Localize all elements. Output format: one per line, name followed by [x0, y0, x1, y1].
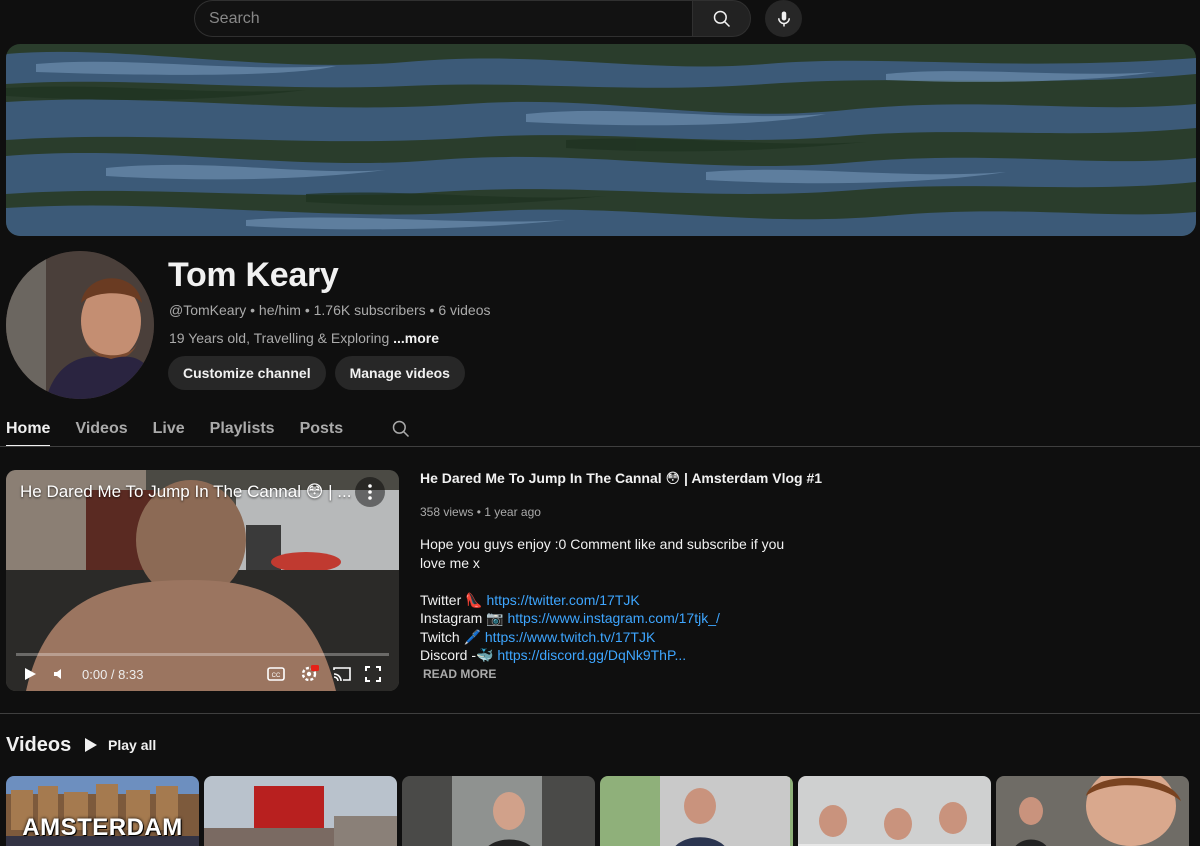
play-all-button[interactable]: Play all	[84, 734, 156, 756]
tab-playlists[interactable]: Playlists	[210, 412, 275, 446]
player-overlay-title: He Dared Me To Jump In The Cannal 😳 | ..…	[20, 482, 352, 501]
video-thumbnail[interactable]	[204, 776, 397, 846]
videos-section-title[interactable]: Videos	[6, 734, 71, 757]
thumbnail-caption: AMSTERDAM	[22, 814, 183, 841]
social-link-row: Twitter 👠 https://twitter.com/17TJK	[420, 591, 640, 608]
search-button[interactable]	[692, 0, 751, 37]
more-link[interactable]: ...more	[393, 330, 439, 346]
microphone-icon	[777, 11, 790, 26]
channel-actions: Customize channel Manage videos	[168, 356, 465, 390]
play-icon[interactable]	[22, 666, 38, 682]
channel-tabs: Home Videos Live Playlists Posts	[6, 412, 411, 447]
search-icon	[713, 10, 730, 27]
instagram-link[interactable]: https://www.instagram.com/17tjk_/	[507, 610, 719, 626]
play-all-label: Play all	[108, 737, 157, 753]
more-vert-icon	[368, 484, 372, 500]
tabs-divider	[0, 446, 1200, 447]
play-icon	[85, 738, 97, 752]
player-progress-bar[interactable]	[16, 653, 389, 656]
video-thumbnail[interactable]	[600, 776, 793, 846]
featured-video-stats: 358 views • 1 year ago	[420, 505, 541, 519]
channel-name: Tom Keary	[168, 256, 339, 294]
captions-icon[interactable]: CC	[267, 667, 285, 681]
description-text: 19 Years old, Travelling & Exploring	[169, 330, 394, 346]
tab-posts[interactable]: Posts	[300, 412, 344, 446]
settings-icon[interactable]	[299, 664, 319, 684]
search-input[interactable]	[194, 0, 692, 37]
discord-link[interactable]: https://discord.gg/DqNk9ThP...	[497, 647, 686, 663]
social-link-row: Twitch 🖊️ https://www.twitch.tv/17TJK	[420, 628, 656, 645]
featured-video-player[interactable]: He Dared Me To Jump In The Cannal 😳 | ..…	[6, 470, 399, 691]
social-link-row: Instagram 📷 https://www.instagram.com/17…	[420, 610, 720, 626]
tab-search-button[interactable]	[391, 412, 411, 446]
svg-text:CC: CC	[272, 673, 281, 679]
player-menu-button[interactable]	[355, 477, 385, 507]
cast-icon[interactable]	[333, 666, 351, 682]
channel-banner	[6, 44, 1196, 236]
tab-videos[interactable]: Videos	[75, 412, 127, 446]
description-line: Hope you guys enjoy :0 Comment like and …	[420, 536, 785, 571]
channel-avatar[interactable]	[6, 251, 154, 399]
video-thumbnail[interactable]: AMSTERDAM	[6, 776, 199, 846]
search-icon	[392, 420, 410, 438]
player-controls: 0:00 / 8:33 CC	[6, 657, 399, 691]
channel-description[interactable]: 19 Years old, Travelling & Exploring ...…	[169, 330, 439, 346]
video-thumbnail[interactable]	[996, 776, 1189, 846]
featured-video-description: Hope you guys enjoy :0 Comment like and …	[420, 535, 790, 665]
featured-video-title[interactable]: He Dared Me To Jump In The Cannal 😳 | Am…	[420, 470, 822, 487]
twitch-link[interactable]: https://www.twitch.tv/17TJK	[485, 629, 655, 645]
channel-meta: @TomKeary • he/him • 1.76K subscribers •…	[169, 302, 491, 318]
voice-search-button[interactable]	[765, 0, 802, 37]
fullscreen-icon[interactable]	[365, 666, 381, 682]
video-thumbnail[interactable]	[402, 776, 595, 846]
tab-live[interactable]: Live	[153, 412, 185, 446]
player-time: 0:00 / 8:33	[82, 666, 144, 682]
search-bar	[194, 0, 751, 37]
volume-icon[interactable]	[52, 666, 68, 682]
tab-home[interactable]: Home	[6, 412, 51, 447]
read-more-button[interactable]: READ MORE	[423, 667, 496, 681]
social-link-row: Discord -🐳 https://discord.gg/DqNk9ThP..…	[420, 647, 687, 663]
customize-channel-button[interactable]: Customize channel	[168, 356, 326, 390]
manage-videos-button[interactable]: Manage videos	[334, 356, 465, 390]
twitter-link[interactable]: https://twitter.com/17TJK	[486, 592, 639, 608]
section-divider	[0, 713, 1200, 714]
video-thumbnails: AMSTERDAM	[6, 776, 1189, 846]
video-thumbnail[interactable]	[798, 776, 991, 846]
